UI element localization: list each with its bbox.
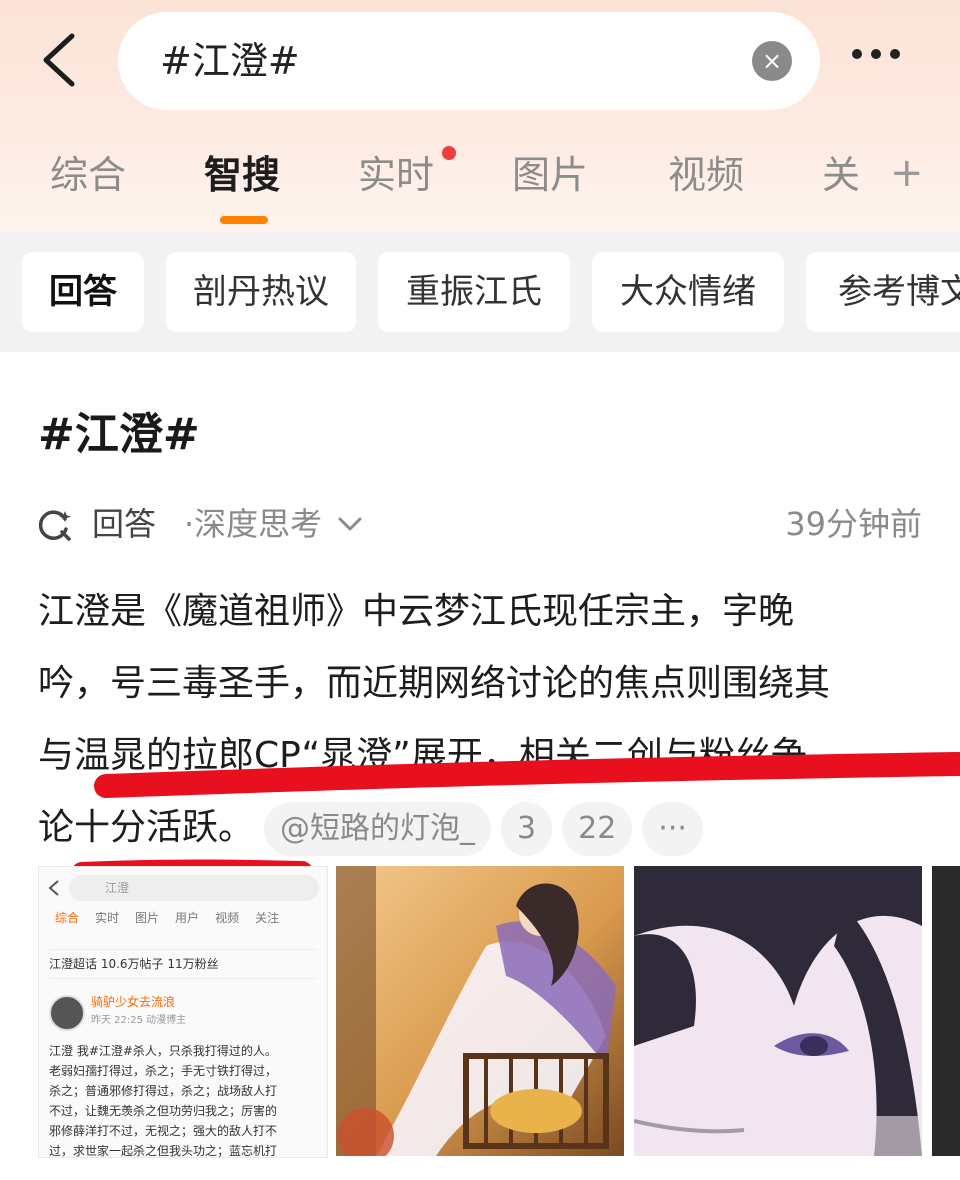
- mini-post-text: 江澄 我#江澄#杀人，只杀我打得过的人。 老弱妇孺打得过，杀之；手无寸铁打得过，…: [49, 1041, 321, 1158]
- more-icon[interactable]: [852, 44, 922, 74]
- more-references-button[interactable]: ···: [642, 802, 703, 856]
- mini-super-topic: 江澄超话 10.6万帖子 11万粉丝: [49, 949, 317, 979]
- back-icon: [48, 880, 59, 896]
- mini-tab: 实时: [95, 911, 120, 925]
- notification-dot: [442, 146, 456, 160]
- deep-thinking-toggle[interactable]: ·深度思考: [184, 502, 322, 546]
- active-tab-indicator: [220, 216, 268, 224]
- page-title: #江澄#: [38, 409, 200, 460]
- mini-search-field: 江澄: [69, 875, 319, 901]
- answer-label: 回答: [92, 505, 157, 543]
- mini-user-meta: 昨天 22:25 动漫博主: [91, 1015, 187, 1026]
- chevron-down-icon[interactable]: [336, 510, 364, 538]
- mini-text-line: 邪修薛洋打不过，无视之；强大的敌人打不: [49, 1124, 278, 1138]
- answer-text: 江澄是《魔道祖师》中云梦江氏现任宗主，字晚 吟，号三毒圣手，而近期网络讨论的焦点…: [38, 576, 928, 864]
- search-field[interactable]: #江澄# ×: [118, 12, 820, 110]
- image-thumbnail-portrait[interactable]: [634, 866, 922, 1156]
- mini-text-line: 老弱妇孺打得过，杀之；手无寸铁打得过，: [49, 1064, 278, 1078]
- mini-user-name: 骑驴少女去流浪: [91, 995, 176, 1009]
- mini-tab-bar: 综合 实时 图片 用户 视频 关注: [55, 909, 295, 926]
- filter-chips: 回答 剖丹热议 重振江氏 大众情绪 参考博文: [0, 232, 960, 352]
- chip-hot-discussion[interactable]: 剖丹热议: [166, 252, 356, 332]
- tab-bar: 综合 智搜 实时 图片 视频 关: [0, 140, 960, 232]
- reference-chip[interactable]: 22: [562, 802, 633, 856]
- tab-all[interactable]: 综合: [50, 152, 126, 198]
- image-thumbnail-more[interactable]: [932, 866, 960, 1156]
- ai-search-icon: [38, 510, 71, 541]
- mini-text-line: 杀之；普通邪修打得过，杀之；战场敌人打: [49, 1084, 278, 1098]
- timestamp: 39分钟前: [785, 505, 922, 543]
- answer-line: 论十分活跃。: [38, 807, 255, 848]
- image-thumbnail-screenshot[interactable]: 江澄 综合 实时 图片 用户 视频 关注 江澄超话 10.6万帖子 11万粉丝 骑驴少女去…: [38, 866, 328, 1158]
- mini-text-line: 江澄 我#江澄#杀人，只杀我打得过的人。: [49, 1044, 277, 1058]
- back-button[interactable]: [36, 30, 86, 90]
- chevron-left-icon: [43, 33, 75, 87]
- mini-text-line: 不过，让魏无羡杀之但功劳归我之；厉害的: [49, 1104, 278, 1118]
- mini-tab: 图片: [135, 911, 160, 925]
- answer-line: 与温晁的拉郎CP“晁澄”展开，相关二创与粉丝争: [38, 735, 807, 776]
- chip-reference-posts[interactable]: 参考博文: [806, 252, 960, 332]
- answer-line: 吟，号三毒圣手，而近期网络讨论的焦点则围绕其: [38, 663, 831, 704]
- answer-meta: 回答 ·深度思考 39分钟前: [38, 502, 922, 548]
- avatar: [49, 995, 85, 1031]
- mini-tab: 综合: [55, 911, 80, 925]
- tab-smart-search[interactable]: 智搜: [204, 152, 280, 198]
- reference-chip[interactable]: 3: [501, 802, 553, 856]
- image-thumbnail-illustration[interactable]: [336, 866, 624, 1156]
- illustration-art: [336, 866, 624, 1156]
- mini-post-author: 骑驴少女去流浪 昨天 22:25 动漫博主: [49, 993, 317, 1033]
- mini-tab: 视频: [215, 911, 240, 925]
- chip-answer[interactable]: 回答: [22, 252, 144, 332]
- add-tab-icon[interactable]: +: [890, 150, 924, 196]
- mini-tab: 关注: [255, 911, 280, 925]
- tab-follow[interactable]: 关: [822, 152, 860, 198]
- chip-revive-clan[interactable]: 重振江氏: [378, 252, 570, 332]
- answer-line: 江澄是《魔道祖师》中云梦江氏现任宗主，字晚: [38, 591, 795, 632]
- search-query[interactable]: #江澄#: [160, 38, 300, 84]
- tab-videos[interactable]: 视频: [668, 152, 744, 198]
- tab-realtime[interactable]: 实时: [358, 152, 434, 198]
- answer-line-last: 论十分活跃。 @短路的灯泡_ 3 22 ···: [38, 792, 928, 864]
- mini-tab: 用户: [175, 911, 200, 925]
- source-chip[interactable]: @短路的灯泡_: [264, 802, 492, 856]
- portrait-art: [634, 866, 922, 1156]
- tab-images[interactable]: 图片: [512, 152, 588, 198]
- clear-icon[interactable]: ×: [752, 41, 792, 81]
- mini-text-line: 过，求世家一起杀之但我头功之；蓝忘机打: [49, 1144, 278, 1158]
- chip-public-sentiment[interactable]: 大众情绪: [592, 252, 784, 332]
